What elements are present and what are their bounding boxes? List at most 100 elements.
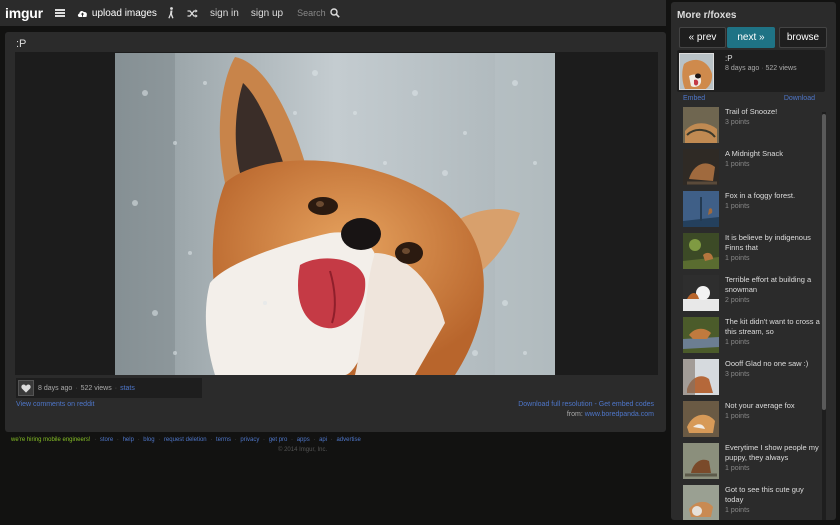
heart-icon (21, 384, 31, 393)
footer-separator: · (158, 437, 161, 443)
current-thumbnail[interactable] (679, 53, 714, 90)
list-item[interactable]: Everytime I show people my puppy, they a… (683, 443, 823, 483)
source-line: from: www.boredpanda.com (567, 411, 654, 418)
post-meta-bar: 8 days ago · 522 views · stats (16, 378, 202, 398)
current-title[interactable]: :P (725, 54, 733, 63)
random-shuffle-icon[interactable] (187, 8, 198, 18)
post-panel: :P 8 days ago · 522 views · stats View c… (5, 32, 666, 432)
search-input[interactable]: Search (297, 8, 326, 18)
next-button[interactable]: next » (727, 27, 775, 48)
list-item-title: Got to see this cute guy today (725, 485, 804, 504)
list-item[interactable]: Terrible effort at building a snowman 2 … (683, 275, 823, 315)
footer-link-apps[interactable]: apps (297, 437, 310, 443)
current-views: 522 views (765, 65, 797, 72)
list-item-points: 2 points (725, 297, 750, 304)
sidebar-scrollbar[interactable] (822, 112, 826, 520)
footer-link-privacy[interactable]: privacy (240, 437, 259, 443)
prev-button[interactable]: « prev (679, 27, 726, 48)
list-item-points: 3 points (725, 119, 750, 126)
list-item-points: 3 points (725, 371, 750, 378)
footer-separator: · (263, 437, 266, 443)
footer-separator: · (137, 437, 140, 443)
list-thumbnail (683, 275, 719, 311)
list-thumbnail (683, 443, 719, 479)
download-full-resolution-link[interactable]: Download full resolution - Get embed cod… (518, 401, 654, 408)
fox-photo[interactable] (115, 53, 555, 375)
list-item-points: 1 points (725, 161, 750, 168)
footer-link-help[interactable]: help (123, 437, 134, 443)
list-item[interactable]: Got to see this cute guy today 1 points (683, 485, 823, 520)
list-item-title: Not your average fox (725, 401, 795, 410)
footer-separator: · (291, 437, 294, 443)
sidebar: More r/foxes « prev next » browse :P 8 d… (671, 2, 836, 520)
post-views: 522 views (80, 384, 112, 392)
list-item[interactable]: Not your average fox 1 points (683, 401, 823, 441)
footer-link-terms[interactable]: terms (216, 437, 231, 443)
post-title: :P (16, 38, 27, 50)
upload-images-label: upload images (91, 7, 157, 19)
view-comments-link[interactable]: View comments on reddit (16, 401, 94, 408)
download-link[interactable]: Download (784, 95, 815, 102)
footer-separator: · (234, 437, 237, 443)
hiring-link[interactable]: we're hiring mobile engineers! (11, 437, 91, 443)
list-item[interactable]: It is believe by indigenous Finns that 1… (683, 233, 823, 273)
list-thumbnail (683, 359, 719, 395)
copyright: © 2014 Imgur, Inc. (278, 447, 328, 453)
cloud-upload-icon (77, 9, 88, 18)
list-item[interactable]: The kit didn't want to cross a this stre… (683, 317, 823, 357)
upload-images-button[interactable]: upload images (77, 8, 157, 19)
browse-button[interactable]: browse (779, 27, 827, 48)
list-item-points: 1 points (725, 203, 750, 210)
imgur-logo[interactable]: imgur (5, 5, 43, 21)
sidebar-title: More r/foxes (677, 10, 737, 21)
list-item-points: 1 points (725, 465, 750, 472)
scrollbar-thumb[interactable] (822, 114, 826, 410)
list-thumbnail (683, 149, 719, 185)
list-item-title: Oooff Glad no one saw :) (725, 359, 809, 368)
list-item[interactable]: Oooff Glad no one saw :) 3 points (683, 359, 823, 399)
sign-in-link[interactable]: sign in (210, 8, 239, 19)
list-item[interactable]: A Midnight Snack 1 points (683, 149, 823, 189)
list-thumbnail (683, 485, 719, 520)
footer-separator: · (94, 437, 97, 443)
list-item[interactable]: Trail of Snooze! 3 points (683, 107, 823, 147)
list-item-title: Everytime I show people my puppy, they a… (725, 443, 819, 462)
top-bar: imgur upload images sign in sign up Sear… (0, 0, 666, 26)
footer-link-store[interactable]: store (100, 437, 113, 443)
list-item-title: The kit didn't want to cross a this stre… (725, 317, 820, 336)
user-walk-icon[interactable] (167, 7, 175, 19)
list-thumbnail (683, 107, 719, 143)
current-age: 8 days ago (725, 65, 760, 72)
image-container (15, 52, 658, 375)
footer-link-api[interactable]: api (319, 437, 327, 443)
favorite-button[interactable] (18, 380, 34, 396)
menu-icon[interactable] (54, 9, 65, 17)
list-item-title: A Midnight Snack (725, 149, 783, 158)
list-item-points: 1 points (725, 255, 750, 262)
footer-link-get-pro[interactable]: get pro (269, 437, 288, 443)
sign-up-link[interactable]: sign up (251, 8, 283, 19)
list-thumbnail (683, 233, 719, 269)
footer-separator: · (313, 437, 316, 443)
footer-links: we're hiring mobile engineers! · store ·… (11, 437, 361, 443)
footer-link-advertise[interactable]: advertise (336, 437, 360, 443)
embed-link[interactable]: Embed (683, 95, 705, 102)
list-item-points: 1 points (725, 507, 750, 514)
list-item-title: Terrible effort at building a snowman (725, 275, 812, 294)
list-item[interactable]: Fox in a foggy forest. 1 points (683, 191, 823, 231)
footer-separator: · (330, 437, 333, 443)
list-thumbnail (683, 191, 719, 227)
list-item-points: 1 points (725, 339, 750, 346)
source-link[interactable]: www.boredpanda.com (585, 411, 654, 418)
footer-link-request-deletion[interactable]: request deletion (164, 437, 207, 443)
footer-separator: · (116, 437, 119, 443)
post-age: 8 days ago (38, 384, 73, 392)
list-thumbnail (683, 401, 719, 437)
list-item-title: Fox in a foggy forest. (725, 191, 796, 200)
current-meta: 8 days ago · 522 views (725, 65, 797, 72)
stats-link[interactable]: stats (120, 385, 135, 392)
footer-separator: · (210, 437, 213, 443)
search-icon[interactable] (329, 8, 340, 18)
list-item-title: It is believe by indigenous Finns that (725, 233, 811, 252)
footer-link-blog[interactable]: blog (143, 437, 154, 443)
